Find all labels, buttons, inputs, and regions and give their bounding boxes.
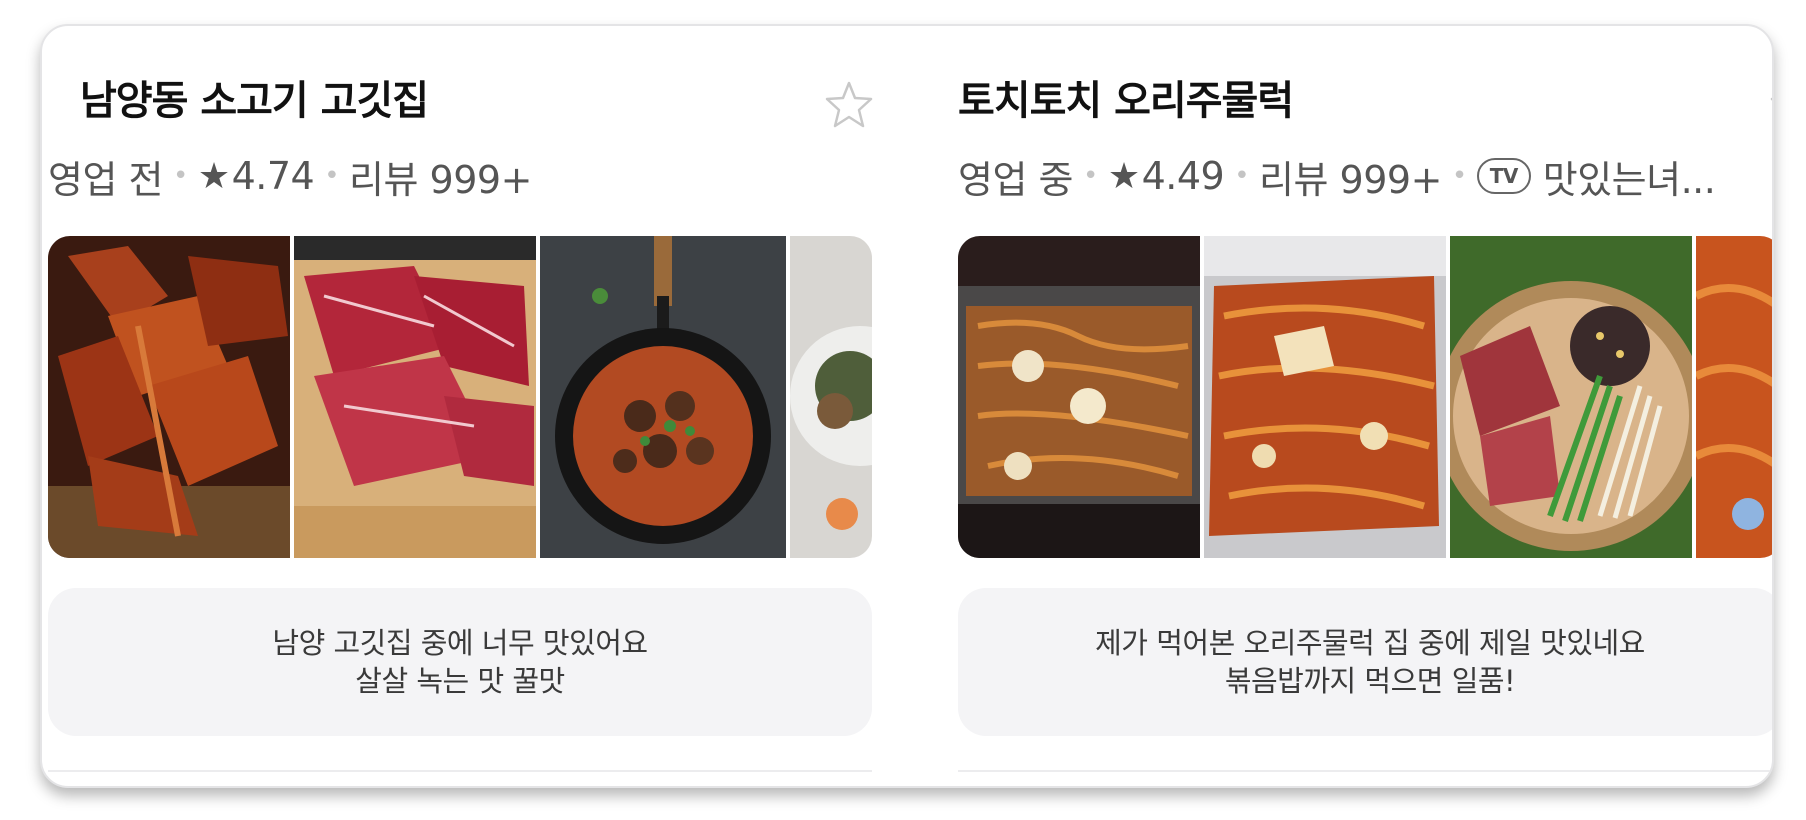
restaurant-name[interactable]: 남양동 소고기 고깃집 bbox=[80, 68, 429, 126]
review-snippet[interactable]: 제가 먹어본 오리주물럭 집 중에 제일 맛있네요 볶음밥까지 먹으면 일품! bbox=[958, 588, 1772, 736]
business-status: 영업 중 bbox=[958, 157, 1073, 202]
review-line: 볶음밥까지 먹으면 일품! bbox=[1224, 664, 1516, 698]
favorite-star-icon[interactable] bbox=[1767, 78, 1772, 132]
review-snippet[interactable]: 남양 고깃집 중에 너무 맛있어요 살살 녹는 맛 꿀맛 bbox=[48, 588, 872, 736]
photo-strip[interactable] bbox=[48, 236, 872, 558]
divider bbox=[48, 770, 872, 772]
photo-strip[interactable] bbox=[958, 236, 1772, 558]
separator-dot: • bbox=[1082, 161, 1098, 191]
restaurant-card[interactable]: 남양동 소고기 고깃집 영업 전 • ★ 4.74 • 리뷰 999+ 남양 고… bbox=[48, 26, 878, 786]
photo-beef-stew-pan[interactable] bbox=[540, 236, 786, 558]
photo-grilled-beef-strips[interactable] bbox=[48, 236, 290, 558]
restaurant-meta: 영업 전 • ★ 4.74 • 리뷰 999+ bbox=[48, 152, 532, 202]
review-line: 남양 고깃집 중에 너무 맛있어요 bbox=[272, 626, 648, 660]
photo-spicy-duck-foil[interactable] bbox=[1204, 236, 1446, 558]
restaurant-card[interactable]: 토치토치 오리주물럭 영업 중 • ★ 4.49 • 리뷰 999+ • TV … bbox=[955, 26, 1772, 786]
rating-star-icon: ★ bbox=[1107, 155, 1140, 197]
tv-show-name[interactable]: 맛있는녀... bbox=[1543, 149, 1716, 204]
restaurant-meta: 영업 중 • ★ 4.49 • 리뷰 999+ • TV 맛있는녀... bbox=[958, 152, 1716, 202]
review-line: 살살 녹는 맛 꿀맛 bbox=[355, 664, 565, 698]
review-line: 제가 먹어본 오리주물럭 집 중에 제일 맛있네요 bbox=[1095, 626, 1645, 660]
review-count[interactable]: 리뷰 999+ bbox=[349, 149, 532, 204]
photo-raw-marbled-beef[interactable] bbox=[294, 236, 536, 558]
business-status: 영업 전 bbox=[48, 157, 163, 202]
review-count[interactable]: 리뷰 999+ bbox=[1259, 149, 1442, 204]
restaurant-name[interactable]: 토치토치 오리주물럭 bbox=[958, 68, 1294, 126]
gallery-dot-icon bbox=[826, 498, 858, 530]
photo-duck-closeup[interactable] bbox=[1696, 236, 1772, 558]
separator-dot: • bbox=[1234, 161, 1250, 191]
rating-value: 4.74 bbox=[231, 154, 315, 198]
photo-duck-hotpot[interactable] bbox=[1450, 236, 1692, 558]
separator-dot: • bbox=[1451, 161, 1467, 191]
tv-badge-icon: TV bbox=[1476, 158, 1531, 194]
restaurant-list-panel: 남양동 소고기 고깃집 영업 전 • ★ 4.74 • 리뷰 999+ 남양 고… bbox=[40, 24, 1774, 788]
rating-star-icon: ★ bbox=[197, 155, 230, 197]
rating-value: 4.49 bbox=[1141, 154, 1225, 198]
separator-dot: • bbox=[172, 161, 188, 191]
photo-side-dish[interactable] bbox=[790, 236, 872, 558]
divider bbox=[958, 770, 1772, 772]
favorite-star-icon[interactable] bbox=[822, 78, 876, 132]
photo-duck-on-grill[interactable] bbox=[958, 236, 1200, 558]
gallery-dot-icon bbox=[1732, 498, 1764, 530]
separator-dot: • bbox=[324, 161, 340, 191]
